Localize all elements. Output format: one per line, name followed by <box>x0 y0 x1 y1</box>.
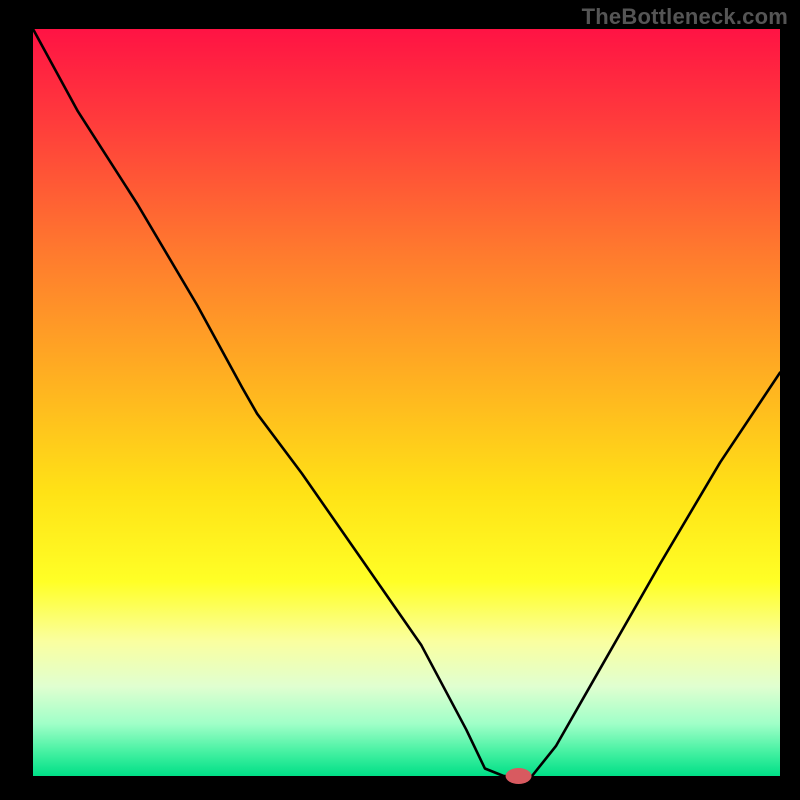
plot-gradient-background <box>33 29 780 776</box>
bottleneck-chart <box>0 0 800 800</box>
optimal-point-marker <box>506 768 532 784</box>
watermark-text: TheBottleneck.com <box>582 4 788 30</box>
chart-stage: TheBottleneck.com <box>0 0 800 800</box>
